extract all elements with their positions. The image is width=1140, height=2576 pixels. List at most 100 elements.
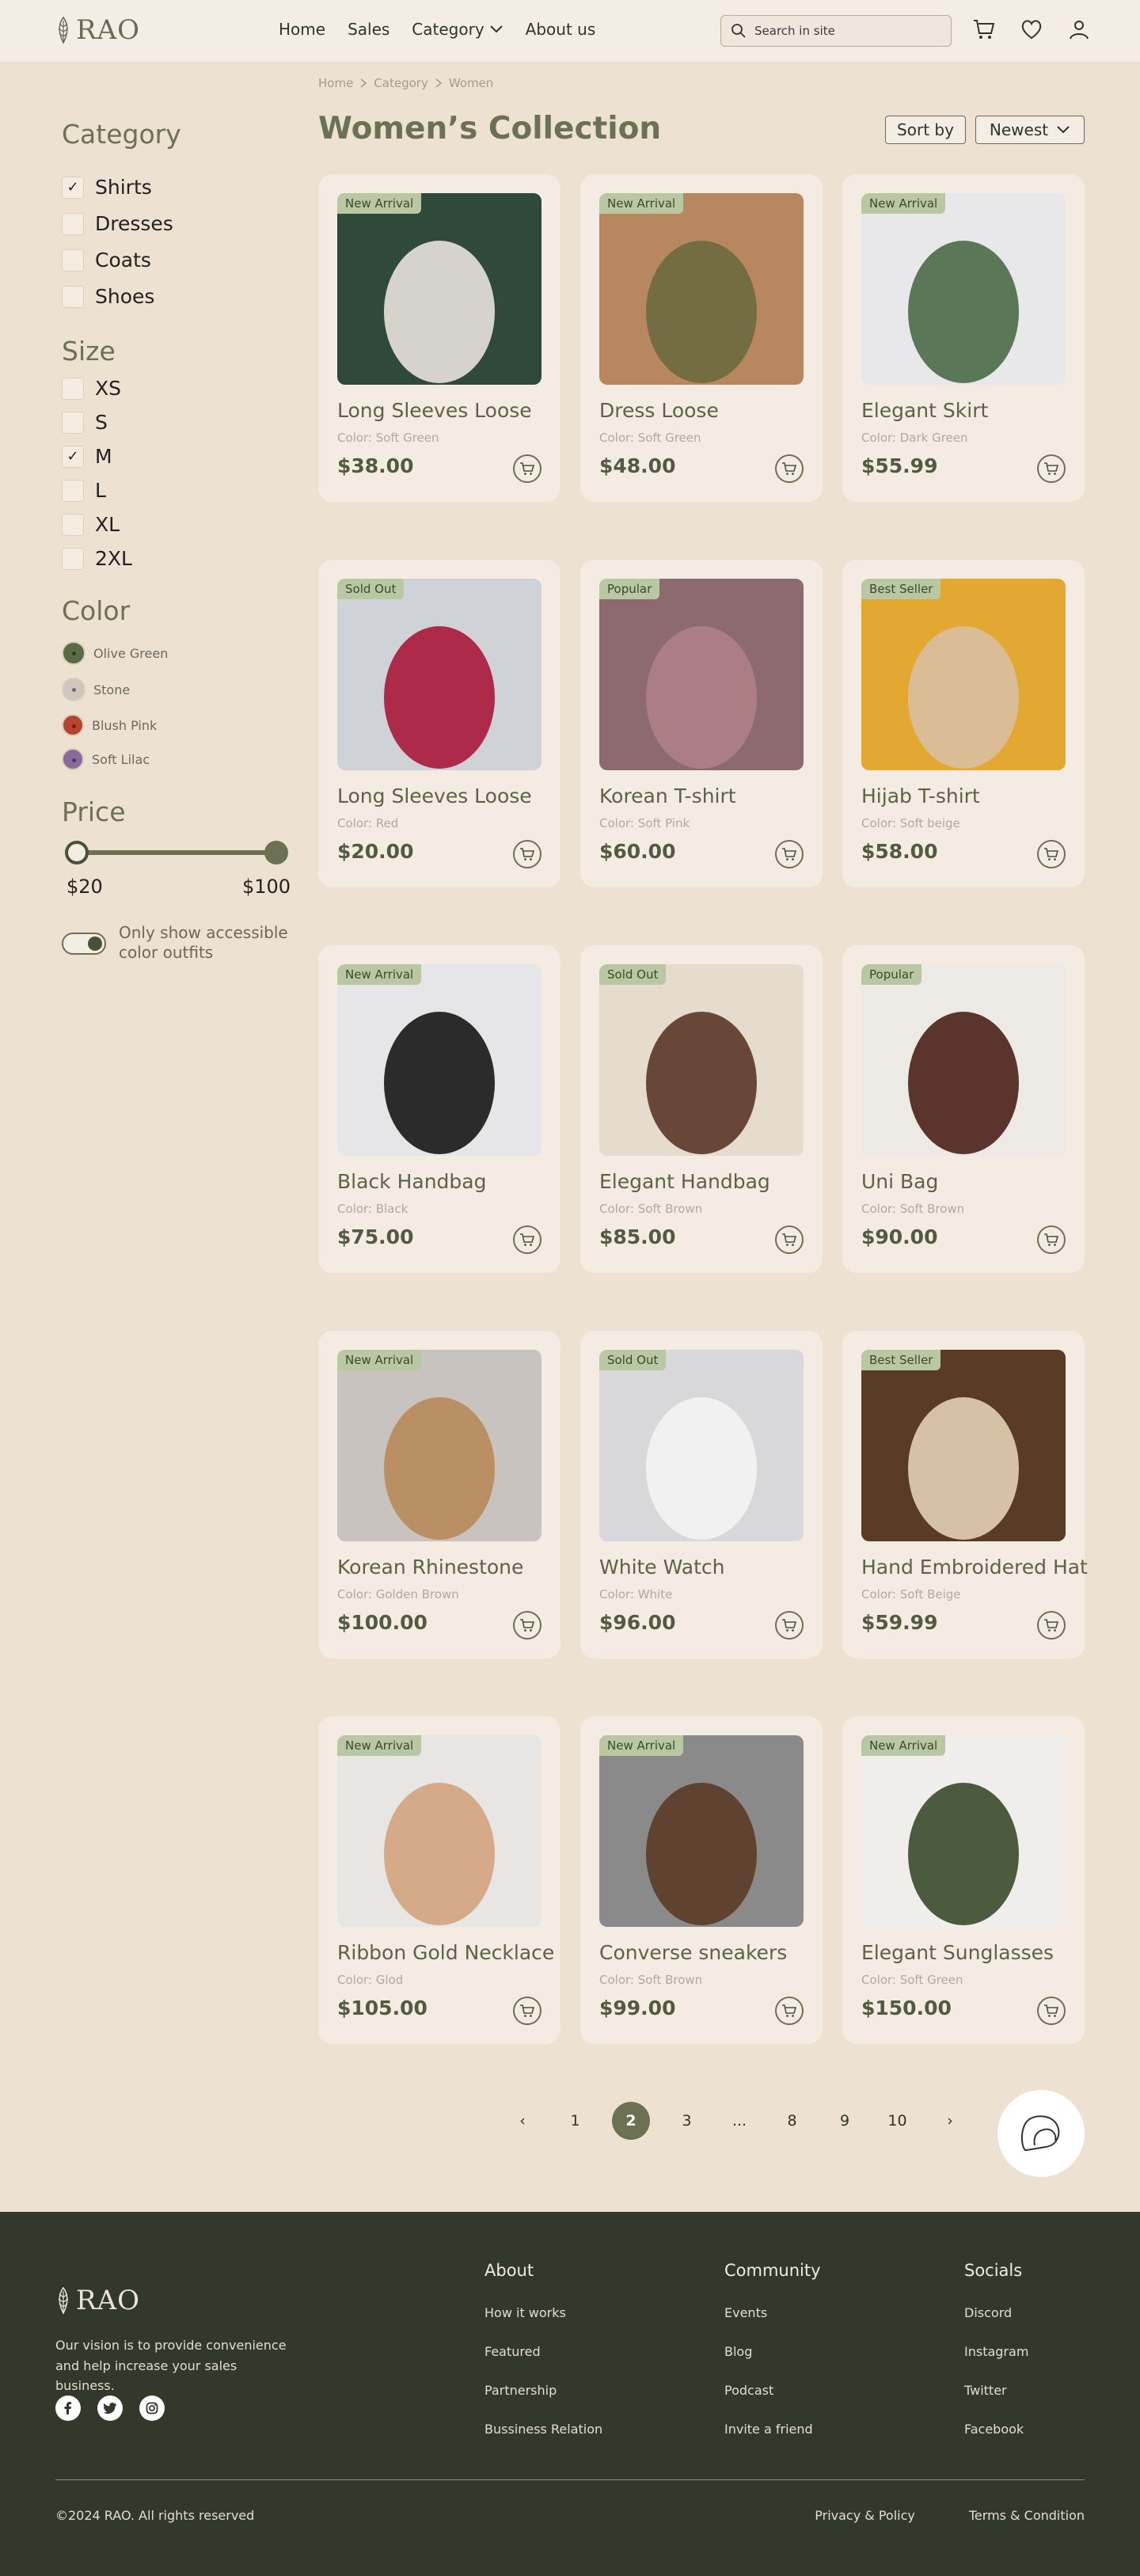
- add-to-cart-button[interactable]: [775, 1611, 804, 1639]
- product-name[interactable]: Elegant Sunglasses: [861, 1941, 1054, 1964]
- add-to-cart-button[interactable]: [1037, 1611, 1066, 1639]
- product-name[interactable]: Converse sneakers: [599, 1941, 787, 1964]
- filter-color-stone[interactable]: Stone: [62, 678, 130, 701]
- checkbox[interactable]: [62, 249, 84, 272]
- checkbox[interactable]: [62, 479, 84, 502]
- filter-category-shirts[interactable]: ✓ Shirts: [62, 176, 152, 199]
- filter-size-m[interactable]: ✓ M: [62, 445, 112, 468]
- filter-size-2xl[interactable]: 2XL: [62, 547, 132, 570]
- pagination-page[interactable]: 9: [829, 2102, 861, 2140]
- product-image[interactable]: New Arrival: [337, 193, 542, 385]
- product-card[interactable]: New Arrival Ribbon Gold Necklace Color: Gl…: [318, 1716, 560, 2044]
- breadcrumb-home[interactable]: Home: [318, 76, 353, 90]
- product-name[interactable]: Hand Embroidered Hat: [861, 1556, 1088, 1579]
- product-card[interactable]: Best Seller Hijab T-shirt Color: Soft beig…: [842, 560, 1085, 887]
- checkbox[interactable]: [62, 212, 84, 235]
- nav-about[interactable]: About us: [526, 20, 596, 39]
- pagination-page[interactable]: 3: [671, 2102, 703, 2140]
- product-image[interactable]: Best Seller: [861, 1350, 1066, 1541]
- add-to-cart-button[interactable]: [513, 840, 542, 868]
- nav-category[interactable]: Category: [412, 20, 503, 39]
- color-swatch[interactable]: [62, 641, 86, 665]
- footer-link[interactable]: Facebook: [964, 2422, 1028, 2437]
- product-image[interactable]: Sold Out: [599, 964, 804, 1156]
- footer-link[interactable]: Featured: [484, 2344, 602, 2359]
- footer-link[interactable]: Podcast: [724, 2383, 821, 2398]
- add-to-cart-button[interactable]: [513, 1225, 542, 1254]
- cart-icon[interactable]: [972, 17, 996, 41]
- price-slider-min-handle[interactable]: [65, 841, 89, 864]
- filter-size-xs[interactable]: XS: [62, 377, 121, 400]
- checkbox[interactable]: [62, 547, 84, 570]
- footer-link[interactable]: Invite a friend: [724, 2422, 821, 2437]
- product-image[interactable]: Sold Out: [599, 1350, 804, 1541]
- filter-size-xl[interactable]: XL: [62, 513, 120, 536]
- add-to-cart-button[interactable]: [775, 840, 804, 868]
- footer-link[interactable]: Discord: [964, 2305, 1028, 2320]
- user-icon[interactable]: [1067, 17, 1091, 41]
- breadcrumb-women[interactable]: Women: [449, 76, 493, 90]
- filter-category-dresses[interactable]: Dresses: [62, 212, 173, 235]
- checkbox[interactable]: [62, 411, 84, 434]
- filter-category-shoes[interactable]: Shoes: [62, 285, 154, 308]
- pagination-page[interactable]: 1: [560, 2102, 591, 2140]
- chat-button[interactable]: [998, 2090, 1085, 2177]
- add-to-cart-button[interactable]: [513, 1997, 542, 2025]
- footer-link[interactable]: Bussiness Relation: [484, 2422, 602, 2437]
- search-input[interactable]: [754, 24, 937, 38]
- nav-home[interactable]: Home: [279, 20, 325, 39]
- product-name[interactable]: Long Sleeves Loose: [337, 785, 532, 807]
- product-image[interactable]: New Arrival: [599, 1735, 804, 1927]
- footer-link[interactable]: Instagram: [964, 2344, 1028, 2359]
- product-image[interactable]: New Arrival: [599, 193, 804, 385]
- product-card[interactable]: Best Seller Hand Embroidered Hat Color: So…: [842, 1331, 1088, 1658]
- product-name[interactable]: Elegant Handbag: [599, 1170, 770, 1193]
- footer-link[interactable]: How it works: [484, 2305, 602, 2320]
- product-name[interactable]: Long Sleeves Loose: [337, 399, 532, 422]
- add-to-cart-button[interactable]: [513, 454, 542, 483]
- product-name[interactable]: Uni Bag: [861, 1170, 938, 1193]
- product-card[interactable]: New Arrival Black Handbag Color: Black $75.…: [318, 945, 560, 1273]
- product-image[interactable]: New Arrival: [861, 193, 1066, 385]
- add-to-cart-button[interactable]: [1037, 1997, 1066, 2025]
- facebook-icon[interactable]: [55, 2396, 81, 2421]
- add-to-cart-button[interactable]: [1037, 1225, 1066, 1254]
- product-card[interactable]: New Arrival Long Sleeves Loose Color: Soft…: [318, 174, 560, 502]
- product-image[interactable]: New Arrival: [337, 1735, 542, 1927]
- color-swatch[interactable]: [62, 748, 84, 770]
- instagram-icon[interactable]: [139, 2396, 165, 2421]
- filter-color-blush-pink[interactable]: Blush Pink: [62, 714, 157, 736]
- privacy-policy-link[interactable]: Privacy & Policy: [815, 2508, 915, 2523]
- footer-logo[interactable]: RAO: [55, 2285, 140, 2316]
- product-card[interactable]: New Arrival Korean Rhinestone Color: Golde…: [318, 1331, 560, 1658]
- filter-color-soft-lilac[interactable]: Soft Lilac: [62, 748, 150, 770]
- product-name[interactable]: Korean Rhinestone: [337, 1556, 523, 1579]
- product-image[interactable]: Best Seller: [861, 579, 1066, 770]
- product-name[interactable]: Dress Loose: [599, 399, 719, 422]
- checkbox[interactable]: [62, 513, 84, 536]
- pagination-prev[interactable]: ‹: [507, 2102, 538, 2140]
- product-card[interactable]: New Arrival Dress Loose Color: Soft Green $…: [580, 174, 823, 502]
- product-card[interactable]: Popular Uni Bag Color: Soft Brown $90.00: [842, 945, 1085, 1273]
- filter-size-l[interactable]: L: [62, 479, 106, 502]
- product-image[interactable]: Popular: [861, 964, 1066, 1156]
- accessible-colors-toggle[interactable]: [62, 933, 106, 955]
- add-to-cart-button[interactable]: [1037, 840, 1066, 868]
- pagination-page-active[interactable]: 2: [612, 2102, 650, 2140]
- footer-link[interactable]: Blog: [724, 2344, 821, 2359]
- add-to-cart-button[interactable]: [775, 454, 804, 483]
- product-card[interactable]: New Arrival Elegant Sunglasses Color: Soft…: [842, 1716, 1085, 2044]
- footer-link[interactable]: Partnership: [484, 2383, 602, 2398]
- checkbox[interactable]: [62, 377, 84, 400]
- pagination-page[interactable]: 10: [882, 2102, 914, 2140]
- nav-sales[interactable]: Sales: [348, 20, 390, 39]
- footer-link[interactable]: Events: [724, 2305, 821, 2320]
- color-swatch[interactable]: [62, 714, 84, 736]
- product-image[interactable]: New Arrival: [337, 964, 542, 1156]
- product-card[interactable]: New Arrival Converse sneakers Color: Soft …: [580, 1716, 823, 2044]
- product-card[interactable]: Popular Korean T-shirt Color: Soft Pink $60…: [580, 560, 823, 887]
- price-slider-track[interactable]: [76, 850, 277, 855]
- product-card[interactable]: Sold Out Elegant Handbag Color: Soft Brown…: [580, 945, 823, 1273]
- logo[interactable]: RAO: [55, 14, 140, 46]
- product-name[interactable]: Black Handbag: [337, 1170, 486, 1193]
